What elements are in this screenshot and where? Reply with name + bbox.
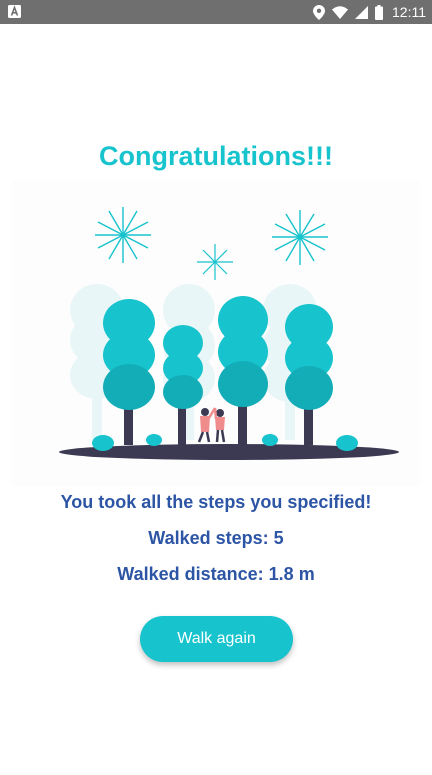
location-icon [313, 4, 325, 20]
wifi-icon [332, 5, 348, 19]
status-time: 12:11 [392, 4, 426, 20]
steps-completed-message: You took all the steps you specified! [60, 492, 372, 512]
walked-steps-text: Walked steps: 5 [148, 528, 284, 548]
signal-icon [355, 5, 368, 19]
walked-distance-text: Walked distance: 1.8 m [117, 564, 315, 584]
app-notification-icon [8, 5, 21, 18]
status-icons: 12:11 [313, 0, 426, 24]
battery-icon [375, 4, 383, 20]
page-title: Congratulations!!! [99, 141, 333, 171]
couple-high-five [197, 407, 226, 443]
celebration-park-illustration [59, 207, 399, 460]
firework-center [197, 244, 233, 280]
firework-left [95, 207, 151, 263]
walk-again-button[interactable]: Walk again [140, 616, 293, 662]
foreground-trees [103, 296, 333, 410]
status-bar: 12:11 [0, 0, 432, 24]
firework-right [272, 210, 328, 265]
